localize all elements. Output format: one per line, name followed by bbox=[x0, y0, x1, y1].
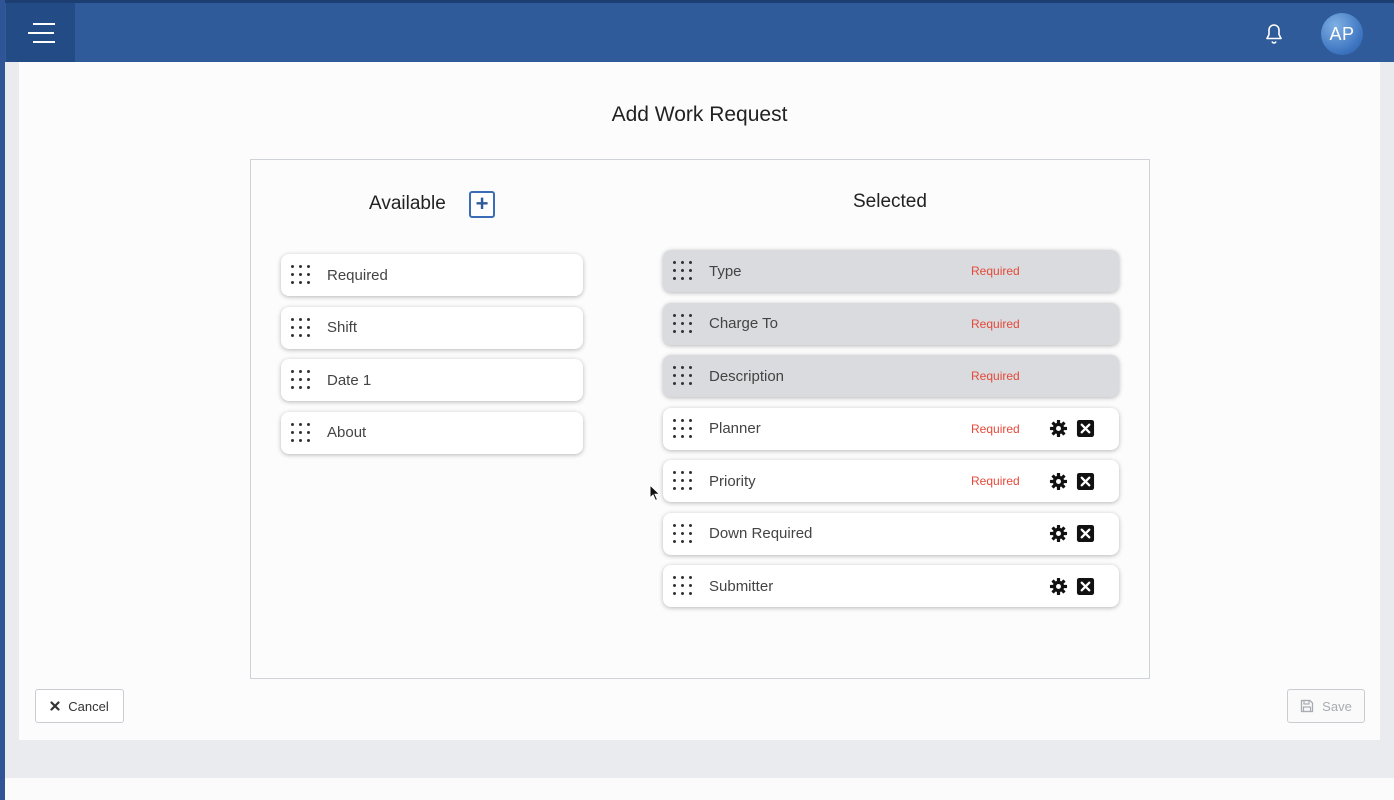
field-label: Shift bbox=[327, 319, 358, 336]
gear-icon[interactable] bbox=[1049, 472, 1068, 491]
selected-field-card[interactable]: Down Required bbox=[663, 512, 1119, 555]
gear-icon[interactable] bbox=[1049, 577, 1068, 596]
required-tag: Required bbox=[971, 316, 1020, 331]
selected-field-card[interactable]: Type Required bbox=[663, 250, 1119, 292]
menu-button[interactable] bbox=[6, 3, 75, 62]
drag-grip-icon[interactable] bbox=[673, 471, 695, 491]
drag-grip-icon[interactable] bbox=[673, 313, 695, 334]
page-title: Add Work Request bbox=[611, 103, 788, 126]
close-box-icon[interactable] bbox=[1076, 577, 1095, 596]
available-field-card[interactable]: Required bbox=[281, 254, 583, 296]
drag-grip-icon[interactable] bbox=[673, 418, 695, 439]
required-tag: Required bbox=[971, 264, 1020, 278]
available-field-card[interactable]: About bbox=[281, 411, 583, 454]
drag-grip-icon[interactable] bbox=[291, 265, 313, 285]
gear-icon[interactable] bbox=[1049, 524, 1068, 543]
main-content: Add Work Request Available + Selected Re… bbox=[19, 62, 1380, 740]
hamburger-icon bbox=[32, 22, 55, 25]
available-field-card[interactable]: Shift bbox=[281, 306, 583, 349]
save-label: Save bbox=[1322, 698, 1352, 714]
top-navbar: AP bbox=[5, 0, 1394, 62]
bottom-strip bbox=[5, 778, 1394, 800]
drag-grip-icon[interactable] bbox=[291, 422, 313, 443]
floppy-disk-icon bbox=[1301, 699, 1314, 713]
available-title: Available bbox=[369, 193, 446, 214]
close-box-icon[interactable] bbox=[1076, 524, 1095, 543]
mouse-pointer-icon bbox=[649, 484, 661, 502]
field-actions bbox=[1049, 524, 1095, 543]
field-actions bbox=[1049, 577, 1095, 596]
drag-grip-icon[interactable] bbox=[291, 317, 313, 338]
required-tag: Required bbox=[971, 369, 1020, 383]
field-label: About bbox=[327, 424, 367, 441]
close-box-icon[interactable] bbox=[1076, 419, 1095, 438]
selected-field-card[interactable]: Description Required bbox=[663, 355, 1119, 397]
field-actions bbox=[1049, 472, 1095, 491]
field-actions bbox=[1049, 419, 1095, 438]
cancel-button[interactable]: Cancel bbox=[35, 689, 124, 723]
drag-grip-icon[interactable] bbox=[291, 370, 313, 390]
required-tag: Required bbox=[971, 474, 1020, 488]
drag-grip-icon[interactable] bbox=[673, 523, 695, 544]
field-label: Required bbox=[327, 266, 388, 284]
close-box-icon[interactable] bbox=[1076, 472, 1095, 491]
cancel-label: Cancel bbox=[68, 698, 109, 714]
plus-icon: + bbox=[475, 191, 489, 216]
selected-title: Selected bbox=[853, 191, 927, 212]
right-gutter bbox=[1380, 62, 1394, 778]
selected-field-card[interactable]: Submitter bbox=[663, 565, 1119, 607]
available-field-card[interactable]: Date 1 bbox=[281, 359, 583, 401]
field-label: Description bbox=[709, 367, 785, 385]
selected-field-card[interactable]: Priority Required bbox=[663, 460, 1119, 502]
gear-icon[interactable] bbox=[1049, 419, 1068, 438]
add-field-button[interactable]: + bbox=[469, 191, 495, 218]
selected-field-card[interactable]: Planner Required bbox=[663, 407, 1119, 450]
field-selection-panel: Available + Selected Required Shift Date 1… bbox=[250, 159, 1150, 679]
required-tag: Required bbox=[971, 421, 1020, 436]
user-avatar[interactable]: AP bbox=[1321, 13, 1363, 55]
drag-grip-icon[interactable] bbox=[673, 261, 695, 281]
field-label: Type bbox=[709, 262, 742, 280]
drag-grip-icon[interactable] bbox=[673, 366, 695, 386]
save-button[interactable]: Save bbox=[1287, 689, 1365, 723]
bell-icon[interactable] bbox=[1262, 22, 1286, 46]
left-edge-bar bbox=[0, 0, 5, 800]
field-label: Date 1 bbox=[327, 371, 372, 389]
drag-grip-icon[interactable] bbox=[673, 576, 695, 596]
selected-field-card[interactable]: Charge To Required bbox=[663, 302, 1119, 345]
x-icon bbox=[50, 701, 60, 711]
field-label: Charge To bbox=[709, 315, 778, 332]
